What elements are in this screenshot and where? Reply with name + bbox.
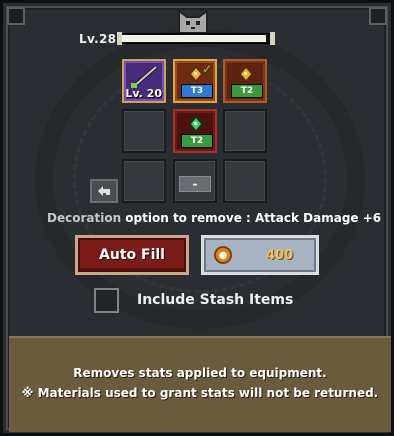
include-stash-checkbox[interactable] [94,288,119,313]
corner-ornament [369,7,387,25]
return-arrow-icon [98,186,110,196]
green-gem-icon [189,116,203,132]
auto-fill-button[interactable]: Auto Fill [75,235,189,275]
decoration-label: Decoration [47,211,122,225]
xp-bar-cap [270,32,275,45]
tier-badge: T2 [231,84,263,98]
xp-bar [117,32,275,45]
player-level: Lv.28 [79,32,117,46]
tier-badge: T2 [181,134,213,148]
back-button[interactable] [90,179,118,203]
include-stash-label: Include Stash Items [137,292,294,308]
item-level-badge: Lv. 20 [125,87,162,100]
info-line-2: ※ Materials used to grant stats will not… [21,386,379,400]
xp-bar-fill [122,35,266,42]
cost-value: 400 [266,247,294,263]
empty-slot[interactable] [223,159,267,203]
option-description: option to remove : Attack Damage +6 [125,211,382,225]
gold-coin-icon: ● [214,246,232,264]
checkmark-icon: ✓ [201,62,212,76]
empty-slot[interactable] [122,159,166,203]
decoration-option-text: Decoration option to remove : Attack Dam… [47,211,381,225]
decoration-slot-1[interactable]: ✓ T3 [173,59,217,103]
game-dialog: Lv.28 Lv. 20 ✓ T3 T2 T2 - Decoration opt… [0,0,394,436]
decoration-slot-3[interactable]: T2 [173,109,217,153]
corner-ornament [7,7,25,25]
confirm-cost-button[interactable]: ● 400 [201,235,319,275]
empty-slot[interactable] [223,109,267,153]
tier-badge: T3 [181,84,213,98]
decoration-slot-2[interactable]: T2 [223,59,267,103]
equipment-slot-weapon[interactable]: Lv. 20 [122,59,166,103]
amber-gem-icon [239,66,253,82]
cat-face-icon [175,9,211,35]
info-panel: Removes stats applied to equipment. ※ Ma… [9,336,391,432]
remove-button[interactable]: - [179,176,211,192]
info-line-1: Removes stats applied to equipment. [73,366,327,380]
empty-slot[interactable] [122,109,166,153]
